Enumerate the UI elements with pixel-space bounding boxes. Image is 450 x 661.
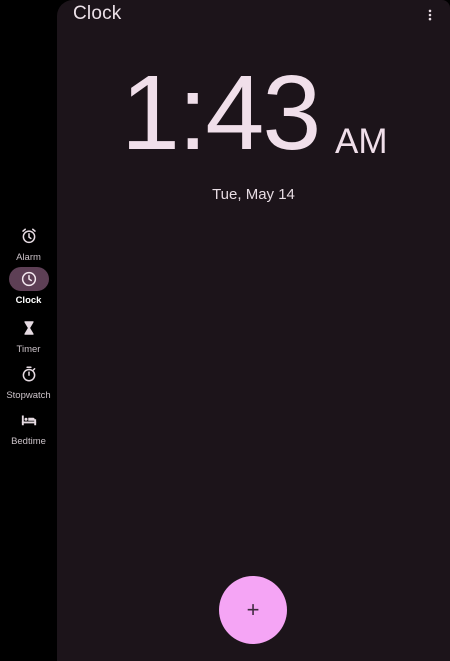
nav-item-stopwatch[interactable]: Stopwatch [0,362,57,401]
nav-item-label: Stopwatch [6,390,51,401]
hourglass-icon [9,316,49,340]
clock-app-screen: Alarm Clock Timer Stopwatch Bedtime Cloc… [0,0,450,661]
nav-item-bedtime[interactable]: Bedtime [0,408,57,447]
nav-item-label: Alarm [16,252,41,263]
clock-icon [8,267,49,291]
nav-item-label: Timer [16,344,41,355]
add-icon: + [246,597,260,622]
bed-icon [9,408,49,432]
stopwatch-icon [9,362,49,386]
digital-clock: 1:43 AM [57,54,450,172]
nav-item-clock[interactable]: Clock [0,267,57,306]
clock-ampm: AM [335,122,388,161]
nav-item-alarm[interactable]: Alarm [0,224,57,263]
nav-item-label: Bedtime [11,436,46,447]
nav-item-label: Clock [15,295,42,306]
more-vert-icon [423,8,437,22]
alarm-clock-icon [9,224,49,248]
clock-time: 1:43 [121,54,321,172]
navigation-rail: Alarm Clock Timer Stopwatch Bedtime [0,0,57,661]
clock-date: Tue, May 14 [212,186,295,203]
add-city-button[interactable]: + [219,576,287,644]
clock-panel: Clock 1:43 AM Tue, May 14 + [57,0,450,661]
nav-item-timer[interactable]: Timer [0,316,57,355]
more-options-button[interactable] [420,5,440,25]
app-title: Clock [73,3,122,24]
